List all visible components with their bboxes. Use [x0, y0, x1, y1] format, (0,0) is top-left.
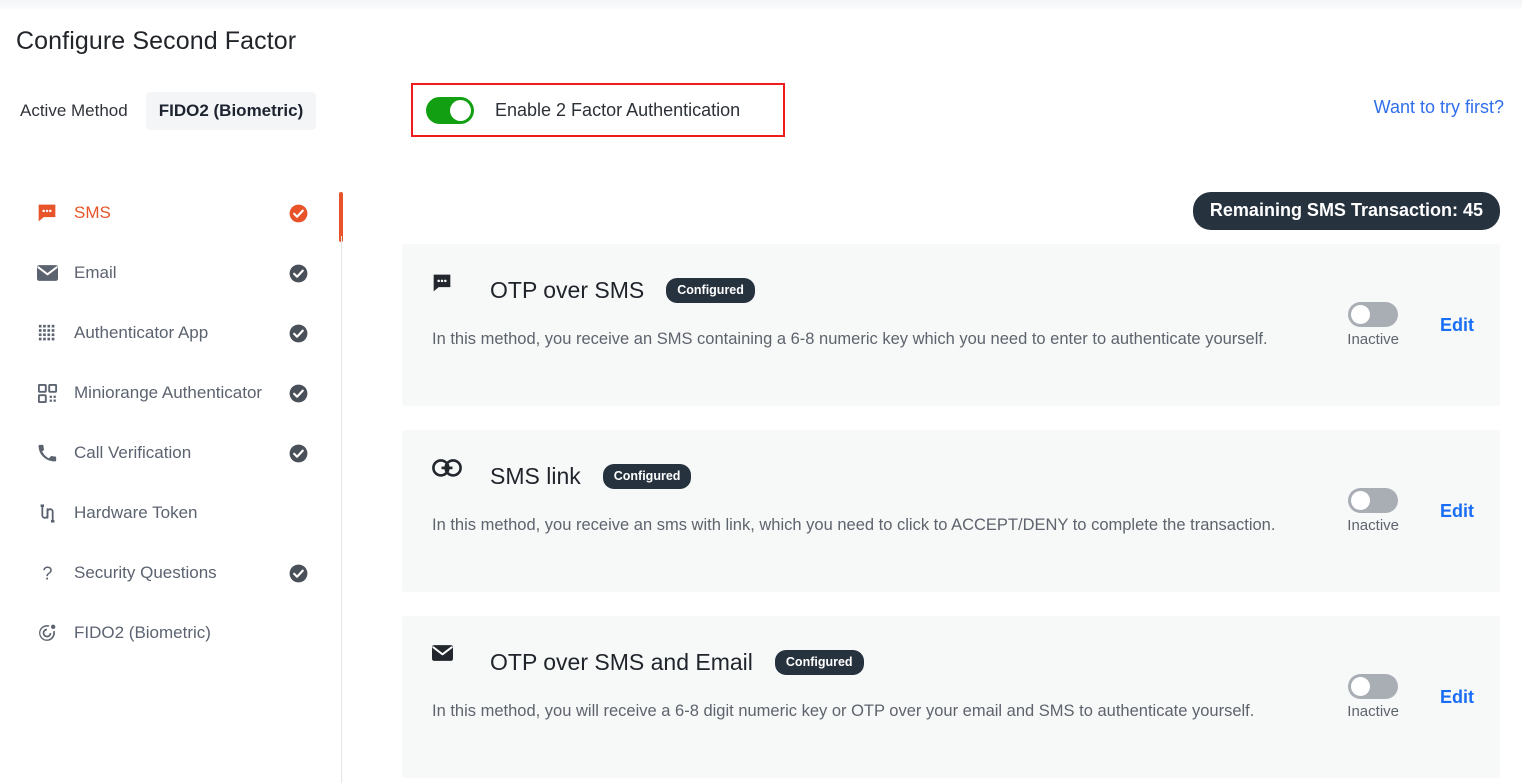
card-description: In this method, you will receive a 6-8 d… — [432, 702, 1255, 720]
status-badge: Configured — [602, 463, 692, 489]
qr-code-icon — [36, 382, 58, 404]
phone-icon — [36, 442, 58, 464]
sidebar-item-hardware-token[interactable]: Hardware Token — [0, 493, 330, 533]
enable-2fa-label: Enable 2 Factor Authentication — [495, 99, 741, 120]
toggle-knob — [1351, 677, 1371, 696]
grid-dots-icon — [36, 322, 58, 344]
status-badge: Configured — [666, 277, 755, 303]
method-toggle-group[interactable]: Inactive — [1347, 674, 1399, 720]
hardware-token-icon — [36, 502, 58, 524]
active-method-row: Active Method FIDO2 (Biometric) — [16, 92, 317, 130]
toggle-state-label: Inactive — [1347, 517, 1399, 534]
sidebar-item-security-questions[interactable]: ? Security Questions — [0, 553, 330, 593]
edit-link[interactable]: Edit — [1440, 687, 1474, 708]
sms-bubble-icon — [432, 273, 468, 307]
configure-second-factor-page: Configure Second Factor Active Method FI… — [0, 0, 1522, 783]
method-card-list: OTP over SMS Configured In this method, … — [402, 244, 1500, 783]
sidebar-item-email[interactable]: Email — [0, 253, 330, 293]
method-sidebar: SMS Email Authenticator App Miniorange Aut… — [0, 193, 330, 673]
sidebar-item-label: Security Questions — [74, 563, 217, 582]
configured-check-icon — [289, 204, 308, 223]
card-title: OTP over SMS — [490, 276, 645, 303]
sidebar-active-accent-bar — [339, 192, 343, 242]
edit-link[interactable]: Edit — [1440, 501, 1474, 522]
method-toggle-group[interactable]: Inactive — [1347, 488, 1399, 534]
method-toggle[interactable] — [1348, 302, 1399, 327]
question-mark-icon: ? — [36, 562, 58, 584]
sidebar-item-label: Authenticator App — [74, 323, 209, 342]
card-description: In this method, you receive an SMS conta… — [432, 330, 1268, 348]
svg-text:?: ? — [42, 563, 52, 583]
card-header: SMS link Configured — [432, 456, 1470, 496]
page-title: Configure Second Factor — [16, 27, 297, 55]
card-header: OTP over SMS Configured — [432, 270, 1470, 310]
want-to-try-first-link[interactable]: Want to try first? — [1374, 97, 1504, 118]
card-header: OTP over SMS and Email Configured — [432, 642, 1470, 682]
card-controls: Inactive Edit — [1347, 674, 1474, 720]
sidebar-item-label: Miniorange Authenticator — [74, 383, 263, 402]
fingerprint-globe-icon — [36, 622, 58, 644]
method-toggle[interactable] — [1348, 674, 1399, 699]
method-card-otp-over-sms-and-email: OTP over SMS and Email Configured In thi… — [402, 616, 1500, 778]
sidebar-item-label: Call Verification — [74, 443, 192, 462]
sidebar-item-label: Email — [74, 263, 117, 282]
toggle-knob — [450, 99, 471, 121]
link-chain-icon — [432, 459, 468, 493]
sidebar-item-label: FIDO2 (Biometric) — [74, 623, 211, 642]
sidebar-item-sms[interactable]: SMS — [0, 193, 330, 233]
sidebar-item-fido2-biometric[interactable]: FIDO2 (Biometric) — [0, 613, 330, 653]
sidebar-item-miniorange-authenticator[interactable]: Miniorange Authenticator — [0, 373, 330, 413]
toggle-knob — [1351, 491, 1371, 510]
card-controls: Inactive Edit — [1347, 488, 1474, 534]
toggle-state-label: Inactive — [1347, 331, 1399, 348]
sidebar-item-authenticator-app[interactable]: Authenticator App — [0, 313, 330, 353]
active-method-label: Active Method — [20, 101, 128, 120]
sms-bubble-icon — [36, 202, 58, 224]
toggle-state-label: Inactive — [1347, 703, 1399, 720]
method-toggle[interactable] — [1348, 488, 1399, 513]
configured-check-icon — [289, 564, 308, 583]
active-method-value[interactable]: FIDO2 (Biometric) — [145, 92, 317, 130]
card-title: SMS link — [490, 462, 581, 489]
enable-2fa-toggle[interactable] — [426, 96, 474, 124]
top-strip — [0, 0, 1522, 9]
configured-check-icon — [289, 264, 308, 283]
edit-link[interactable]: Edit — [1440, 315, 1474, 336]
toggle-knob — [1351, 305, 1371, 324]
configured-check-icon — [289, 444, 308, 463]
method-card-otp-over-sms: OTP over SMS Configured In this method, … — [402, 244, 1500, 406]
configured-check-icon — [289, 384, 308, 403]
sidebar-item-label: SMS — [74, 203, 111, 222]
card-description: In this method, you receive an sms with … — [432, 516, 1276, 534]
card-title: OTP over SMS and Email — [490, 648, 753, 675]
card-controls: Inactive Edit — [1347, 302, 1474, 348]
method-toggle-group[interactable]: Inactive — [1347, 302, 1399, 348]
sidebar-item-call-verification[interactable]: Call Verification — [0, 433, 330, 473]
method-card-sms-link: SMS link Configured In this method, you … — [402, 430, 1500, 592]
remaining-sms-badge: Remaining SMS Transaction: 45 — [1192, 192, 1500, 230]
enable-2fa-group[interactable]: Enable 2 Factor Authentication — [411, 83, 785, 137]
sidebar-divider — [341, 236, 342, 783]
envelope-icon — [36, 262, 58, 284]
envelope-icon — [432, 645, 468, 679]
configured-check-icon — [289, 324, 308, 343]
status-badge: Configured — [774, 649, 864, 675]
sidebar-item-label: Hardware Token — [74, 503, 198, 522]
